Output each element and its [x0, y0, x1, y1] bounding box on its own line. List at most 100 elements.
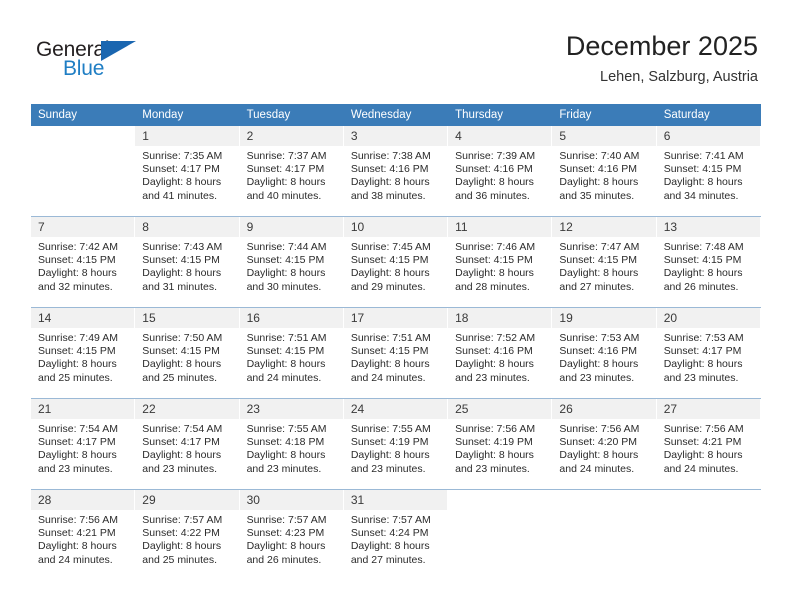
day-details: Sunrise: 7:55 AM Sunset: 4:19 PM Daylight:… [344, 419, 447, 476]
daylight-duration-line2: and 30 minutes. [246, 280, 322, 293]
calendar-cell-day[interactable]: 30 Sunrise: 7:57 AM Sunset: 4:23 PM Dayligh… [239, 489, 344, 580]
calendar-cell-inner: 30 Sunrise: 7:57 AM Sunset: 4:23 PM Dayligh… [239, 490, 344, 580]
sunset-time: Sunset: 4:17 PM [142, 163, 220, 176]
calendar-cell-inner: 2 Sunrise: 7:37 AM Sunset: 4:17 PM Daylight… [239, 126, 344, 216]
day-details: Sunrise: 7:49 AM Sunset: 4:15 PM Daylight:… [31, 328, 134, 385]
calendar-cell-inner: 9 Sunrise: 7:44 AM Sunset: 4:15 PM Daylight… [239, 217, 344, 307]
daylight-duration-line2: and 35 minutes. [559, 189, 635, 202]
sunset-time: Sunset: 4:15 PM [246, 345, 325, 358]
calendar-cell-inner: 11 Sunrise: 7:46 AM Sunset: 4:15 PM Dayligh… [448, 217, 553, 307]
daylight-duration-line2: and 26 minutes. [246, 553, 322, 566]
page-subtitle: Lehen, Salzburg, Austria [600, 69, 758, 85]
calendar-cell-day[interactable]: 16 Sunrise: 7:51 AM Sunset: 4:15 PM Dayligh… [239, 307, 344, 399]
daylight-duration-line1: Daylight: 8 hours [142, 540, 222, 553]
daylight-duration-line1: Daylight: 8 hours [246, 358, 326, 371]
day-number: 21 [31, 399, 135, 419]
sunrise-time: Sunrise: 7:40 AM [559, 150, 640, 162]
calendar-cell-day[interactable]: 1 Sunrise: 7:35 AM Sunset: 4:17 PM Daylight… [135, 126, 240, 217]
calendar-cell-inner: 24 Sunrise: 7:55 AM Sunset: 4:19 PM Dayligh… [343, 399, 449, 489]
daylight-duration-line1: Daylight: 8 hours [38, 540, 117, 553]
weekday-header-friday: Friday [552, 104, 657, 126]
daylight-duration-line1: Daylight: 8 hours [663, 267, 743, 280]
day-details: Sunrise: 7:54 AM Sunset: 4:17 PM Daylight:… [31, 419, 134, 476]
sunrise-time: Sunrise: 7:43 AM [142, 241, 223, 253]
calendar-cell-day[interactable]: 17 Sunrise: 7:51 AM Sunset: 4:15 PM Dayligh… [343, 307, 449, 399]
calendar-cell-day[interactable]: 2 Sunrise: 7:37 AM Sunset: 4:17 PM Daylight… [239, 126, 344, 217]
sunrise-time: Sunrise: 7:46 AM [455, 241, 536, 253]
day-details: Sunrise: 7:39 AM Sunset: 4:16 PM Daylight:… [448, 146, 551, 203]
daylight-duration-line1: Daylight: 8 hours [142, 176, 222, 189]
calendar-page: General Blue December 2025 Lehen, Salzbu… [0, 0, 792, 612]
daylight-duration-line1: Daylight: 8 hours [246, 449, 326, 462]
sunset-time: Sunset: 4:16 PM [455, 345, 533, 358]
calendar-cell-day[interactable]: 28 Sunrise: 7:56 AM Sunset: 4:21 PM Dayligh… [31, 489, 136, 580]
general-blue-logo[interactable]: General Blue [36, 38, 146, 84]
day-details: Sunrise: 7:56 AM Sunset: 4:21 PM Daylight:… [31, 510, 134, 567]
calendar-week-row: 1 Sunrise: 7:35 AM Sunset: 4:17 PM Daylight… [31, 126, 761, 217]
sunset-time: Sunset: 4:21 PM [38, 527, 116, 540]
calendar-cell-day[interactable]: 9 Sunrise: 7:44 AM Sunset: 4:15 PM Daylight… [239, 216, 344, 308]
calendar-cell-day[interactable]: 26 Sunrise: 7:56 AM Sunset: 4:20 PM Dayligh… [552, 398, 657, 490]
sunrise-time: Sunrise: 7:56 AM [455, 423, 536, 435]
calendar-cell-day[interactable]: 29 Sunrise: 7:57 AM Sunset: 4:22 PM Dayligh… [135, 489, 240, 580]
daylight-duration-line2: and 24 minutes. [38, 553, 113, 566]
day-details: Sunrise: 7:56 AM Sunset: 4:19 PM Daylight:… [448, 419, 551, 476]
daylight-duration-line2: and 28 minutes. [455, 280, 530, 293]
sunset-time: Sunset: 4:15 PM [663, 254, 742, 267]
calendar-cell-inner: 16 Sunrise: 7:51 AM Sunset: 4:15 PM Dayligh… [239, 308, 344, 398]
calendar-cell-day[interactable]: 10 Sunrise: 7:45 AM Sunset: 4:15 PM Dayligh… [343, 216, 449, 308]
calendar-cell-day[interactable]: 18 Sunrise: 7:52 AM Sunset: 4:16 PM Dayligh… [448, 307, 553, 399]
daylight-duration-line1: Daylight: 8 hours [246, 540, 326, 553]
day-details: Sunrise: 7:51 AM Sunset: 4:15 PM Daylight:… [344, 328, 447, 385]
calendar-cell-day[interactable]: 14 Sunrise: 7:49 AM Sunset: 4:15 PM Dayligh… [31, 307, 136, 399]
day-details: Sunrise: 7:38 AM Sunset: 4:16 PM Daylight:… [344, 146, 447, 203]
calendar-cell-day[interactable]: 6 Sunrise: 7:41 AM Sunset: 4:15 PM Daylight… [656, 126, 761, 217]
daylight-duration-line2: and 34 minutes. [663, 189, 739, 202]
sunset-time: Sunset: 4:19 PM [350, 436, 429, 449]
sunset-time: Sunset: 4:17 PM [246, 163, 325, 176]
day-number: 15 [135, 308, 239, 328]
calendar-cell-day[interactable]: 11 Sunrise: 7:46 AM Sunset: 4:15 PM Dayligh… [448, 216, 553, 308]
calendar-cell-inner [656, 490, 761, 580]
calendar-cell-day[interactable]: 20 Sunrise: 7:53 AM Sunset: 4:17 PM Dayligh… [656, 307, 761, 399]
sunset-time: Sunset: 4:15 PM [663, 163, 742, 176]
calendar-cell-day[interactable]: 7 Sunrise: 7:42 AM Sunset: 4:15 PM Daylight… [31, 216, 136, 308]
sunset-time: Sunset: 4:19 PM [455, 436, 533, 449]
day-details: Sunrise: 7:44 AM Sunset: 4:15 PM Daylight:… [240, 237, 343, 294]
calendar-cell-day[interactable]: 4 Sunrise: 7:39 AM Sunset: 4:16 PM Daylight… [448, 126, 553, 217]
calendar-cell-day[interactable]: 15 Sunrise: 7:50 AM Sunset: 4:15 PM Dayligh… [135, 307, 240, 399]
daylight-duration-line2: and 23 minutes. [455, 371, 530, 384]
day-details: Sunrise: 7:50 AM Sunset: 4:15 PM Daylight:… [135, 328, 238, 385]
sunrise-time: Sunrise: 7:51 AM [246, 332, 327, 344]
calendar-cell-day[interactable]: 22 Sunrise: 7:54 AM Sunset: 4:17 PM Dayligh… [135, 398, 240, 490]
day-number: 19 [552, 308, 656, 328]
calendar-cell-day[interactable]: 31 Sunrise: 7:57 AM Sunset: 4:24 PM Dayligh… [343, 489, 449, 580]
daylight-duration-line1: Daylight: 8 hours [559, 267, 639, 280]
weekday-header-monday: Monday [135, 104, 240, 126]
daylight-duration-line2: and 29 minutes. [350, 280, 426, 293]
calendar-cell-day[interactable]: 3 Sunrise: 7:38 AM Sunset: 4:16 PM Daylight… [343, 126, 449, 217]
daylight-duration-line1: Daylight: 8 hours [559, 358, 639, 371]
calendar-cell-day[interactable]: 27 Sunrise: 7:56 AM Sunset: 4:21 PM Dayligh… [656, 398, 761, 490]
sunrise-time: Sunrise: 7:56 AM [38, 514, 118, 526]
day-number: 28 [31, 490, 135, 510]
calendar-cell-day[interactable]: 25 Sunrise: 7:56 AM Sunset: 4:19 PM Dayligh… [448, 398, 553, 490]
calendar-cell-day[interactable]: 19 Sunrise: 7:53 AM Sunset: 4:16 PM Dayligh… [552, 307, 657, 399]
day-details: Sunrise: 7:57 AM Sunset: 4:24 PM Daylight:… [344, 510, 447, 567]
calendar-cell-day[interactable]: 5 Sunrise: 7:40 AM Sunset: 4:16 PM Daylight… [552, 126, 657, 217]
calendar-cell-day[interactable]: 24 Sunrise: 7:55 AM Sunset: 4:19 PM Dayligh… [343, 398, 449, 490]
calendar-cell-day[interactable]: 12 Sunrise: 7:47 AM Sunset: 4:15 PM Dayligh… [552, 216, 657, 308]
calendar-cell-day[interactable]: 23 Sunrise: 7:55 AM Sunset: 4:18 PM Dayligh… [239, 398, 344, 490]
daylight-duration-line1: Daylight: 8 hours [455, 267, 534, 280]
calendar-cell-day[interactable]: 8 Sunrise: 7:43 AM Sunset: 4:15 PM Daylight… [135, 216, 240, 308]
calendar-cell-inner: 7 Sunrise: 7:42 AM Sunset: 4:15 PM Daylight… [31, 217, 136, 307]
daylight-duration-line2: and 24 minutes. [246, 371, 322, 384]
daylight-duration-line2: and 24 minutes. [559, 462, 635, 475]
day-number: 6 [656, 126, 760, 146]
day-number: 14 [31, 308, 135, 328]
sunset-time: Sunset: 4:20 PM [559, 436, 638, 449]
calendar-cell-day[interactable]: 13 Sunrise: 7:48 AM Sunset: 4:15 PM Dayligh… [656, 216, 761, 308]
calendar-cell-day[interactable]: 21 Sunrise: 7:54 AM Sunset: 4:17 PM Dayligh… [31, 398, 136, 490]
sunrise-time: Sunrise: 7:47 AM [559, 241, 640, 253]
day-number [448, 490, 551, 510]
